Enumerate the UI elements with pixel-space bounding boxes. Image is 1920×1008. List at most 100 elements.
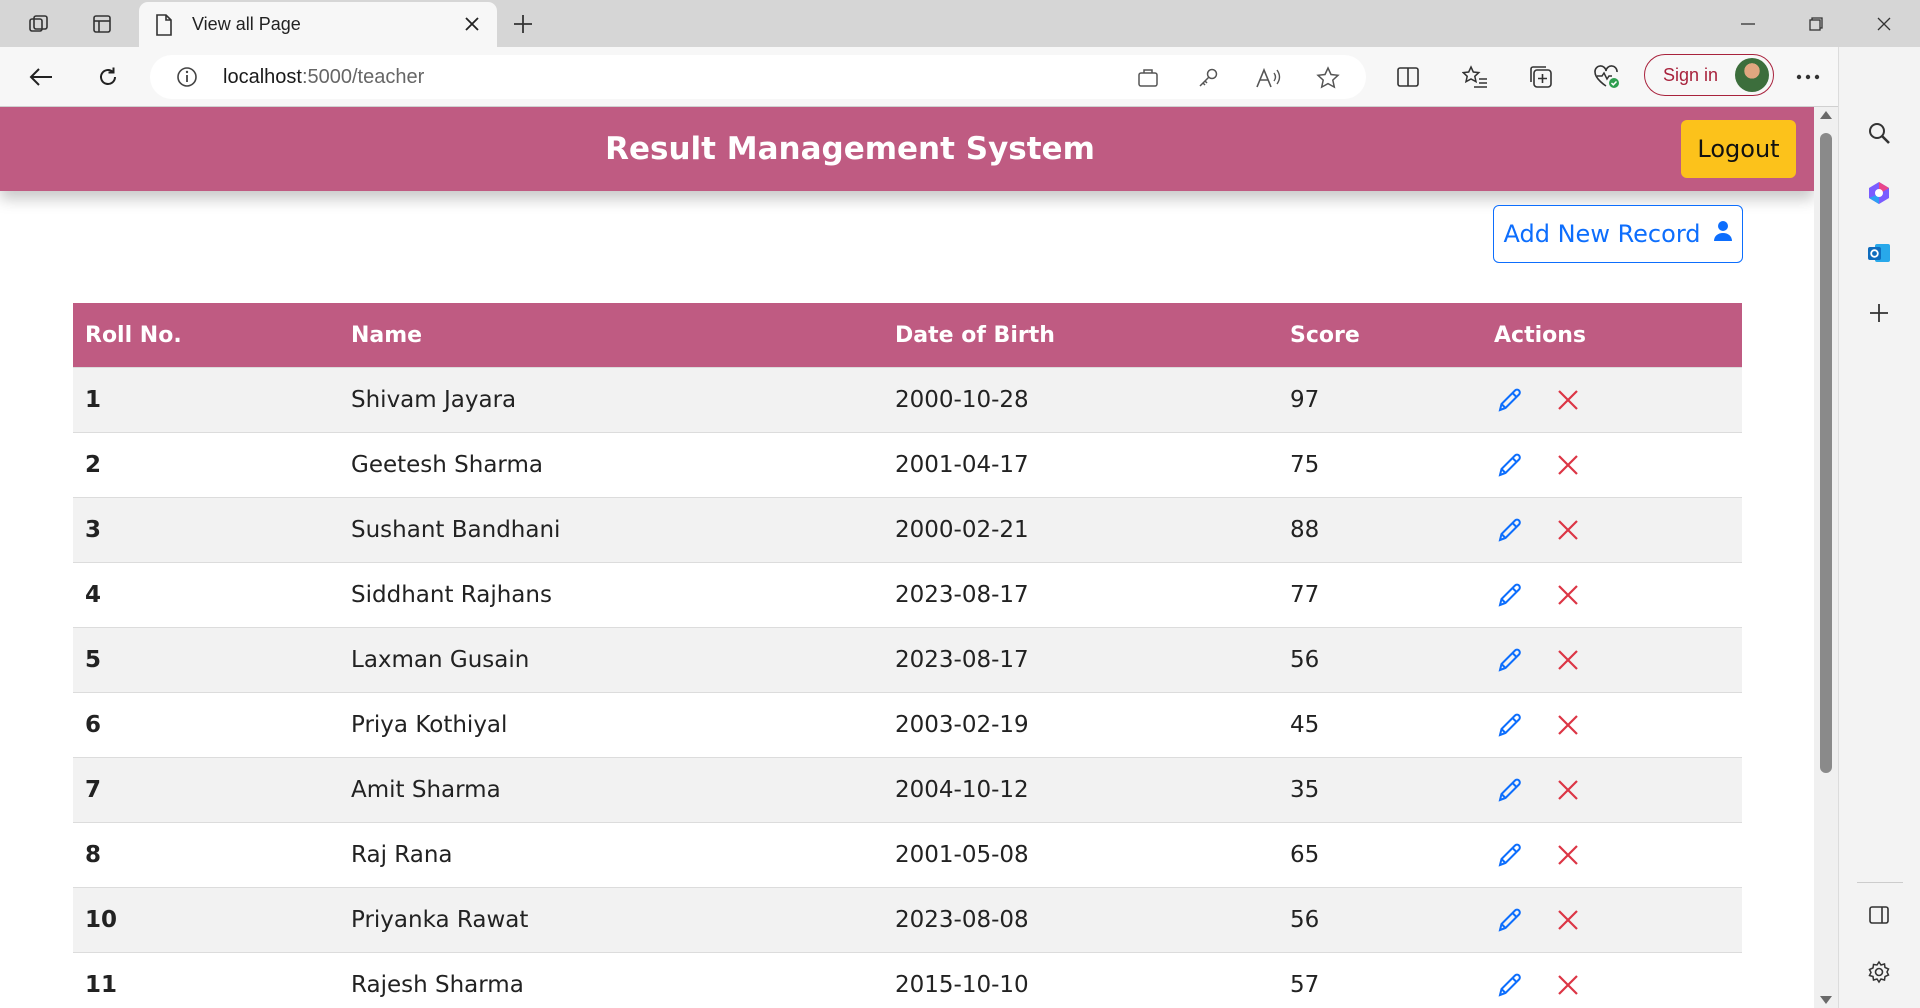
app-available-icon[interactable]: [1132, 62, 1164, 94]
settings-gear-icon[interactable]: [1859, 952, 1899, 992]
refresh-icon[interactable]: [88, 57, 128, 97]
scroll-down-arrow-icon[interactable]: [1820, 996, 1832, 1004]
address-bar[interactable]: localhost:5000/teacher: [150, 55, 1366, 99]
edit-pencil-icon[interactable]: [1494, 969, 1526, 1001]
new-tab-icon[interactable]: [505, 6, 541, 42]
cell-dob: 2001-05-08: [883, 822, 1278, 888]
table-row: 5 Laxman Gusain 2023-08-17 56: [73, 627, 1742, 693]
browser-tab-strip: View all Page: [0, 0, 1920, 47]
delete-x-icon[interactable]: [1552, 709, 1584, 741]
cell-actions: [1482, 757, 1742, 823]
cell-roll: 10: [73, 887, 339, 953]
delete-x-icon[interactable]: [1552, 449, 1584, 481]
logout-button[interactable]: Logout: [1681, 120, 1796, 178]
cell-name: Priyanka Rawat: [339, 887, 883, 953]
split-screen-icon[interactable]: [1388, 57, 1428, 97]
favorites-icon[interactable]: [1455, 57, 1495, 97]
records-table: Roll No. Name Date of Birth Score Action…: [73, 303, 1742, 1008]
edit-pencil-icon[interactable]: [1494, 579, 1526, 611]
page-scrollbar[interactable]: [1814, 107, 1838, 1008]
url-text[interactable]: localhost:5000/teacher: [223, 66, 424, 89]
column-header-name: Name: [339, 303, 883, 368]
delete-x-icon[interactable]: [1552, 579, 1584, 611]
edit-pencil-icon[interactable]: [1494, 449, 1526, 481]
table-row: 8 Raj Rana 2001-05-08 65: [73, 822, 1742, 888]
site-info-icon[interactable]: [176, 66, 198, 92]
tab-actions-icon[interactable]: [83, 6, 121, 42]
close-window-icon[interactable]: [1854, 0, 1914, 47]
cell-score: 45: [1278, 692, 1482, 758]
page-title: Result Management System: [605, 131, 1095, 167]
delete-x-icon[interactable]: [1552, 774, 1584, 806]
restore-icon[interactable]: [1786, 0, 1846, 47]
add-new-record-button[interactable]: Add New Record: [1493, 205, 1743, 263]
cell-actions: [1482, 432, 1742, 498]
browser-tab-active[interactable]: View all Page: [139, 2, 497, 47]
search-icon[interactable]: [1859, 113, 1899, 153]
delete-x-icon[interactable]: [1552, 384, 1584, 416]
cell-actions: [1482, 562, 1742, 628]
cell-roll: 7: [73, 757, 339, 823]
collections-icon[interactable]: [1521, 57, 1561, 97]
read-aloud-icon[interactable]: [1252, 62, 1284, 94]
delete-x-icon[interactable]: [1552, 969, 1584, 1001]
delete-x-icon[interactable]: [1552, 514, 1584, 546]
table-row: 11 Rajesh Sharma 2015-10-10 57: [73, 952, 1742, 1008]
table-row: 2 Geetesh Sharma 2001-04-17 75: [73, 432, 1742, 498]
cell-name: Geetesh Sharma: [339, 432, 883, 498]
sign-in-button[interactable]: Sign in: [1644, 54, 1774, 96]
app-header: Result Management System Logout: [0, 107, 1814, 191]
browser-essentials-icon[interactable]: [1587, 57, 1627, 97]
cell-roll: 1: [73, 367, 339, 433]
page-icon: [155, 14, 173, 40]
edit-pencil-icon[interactable]: [1494, 644, 1526, 676]
more-options-icon[interactable]: [1788, 57, 1828, 97]
hide-sidebar-icon[interactable]: [1859, 895, 1899, 935]
cell-name: Amit Sharma: [339, 757, 883, 823]
edit-pencil-icon[interactable]: [1494, 839, 1526, 871]
column-header-roll: Roll No.: [73, 303, 339, 368]
cell-roll: 6: [73, 692, 339, 758]
tab-title: View all Page: [192, 14, 301, 34]
add-sidebar-app-icon[interactable]: [1859, 293, 1899, 333]
cell-score: 35: [1278, 757, 1482, 823]
browser-sidebar: [1838, 47, 1920, 1008]
edit-pencil-icon[interactable]: [1494, 904, 1526, 936]
cell-name: Laxman Gusain: [339, 627, 883, 693]
delete-x-icon[interactable]: [1552, 839, 1584, 871]
cell-roll: 2: [73, 432, 339, 498]
cell-score: 56: [1278, 887, 1482, 953]
cell-dob: 2003-02-19: [883, 692, 1278, 758]
cell-dob: 2000-10-28: [883, 367, 1278, 433]
delete-x-icon[interactable]: [1552, 644, 1584, 676]
delete-x-icon[interactable]: [1552, 904, 1584, 936]
cell-dob: 2023-08-17: [883, 562, 1278, 628]
cell-score: 88: [1278, 497, 1482, 563]
sign-in-label: Sign in: [1663, 65, 1719, 85]
cell-name: Priya Kothiyal: [339, 692, 883, 758]
outlook-icon[interactable]: [1859, 233, 1899, 273]
favorite-star-icon[interactable]: [1312, 62, 1344, 94]
table-row: 1 Shivam Jayara 2000-10-28 97: [73, 367, 1742, 433]
close-tab-icon[interactable]: [459, 11, 485, 37]
cell-actions: [1482, 822, 1742, 888]
cell-actions: [1482, 692, 1742, 758]
minimize-icon[interactable]: [1718, 0, 1778, 47]
microsoft-365-icon[interactable]: [1859, 173, 1899, 213]
scroll-thumb[interactable]: [1820, 133, 1832, 773]
sidebar-divider: [1857, 882, 1903, 883]
cell-roll: 11: [73, 952, 339, 1008]
scroll-up-arrow-icon[interactable]: [1820, 111, 1832, 119]
edit-pencil-icon[interactable]: [1494, 514, 1526, 546]
edit-pencil-icon[interactable]: [1494, 709, 1526, 741]
back-arrow-icon[interactable]: [21, 57, 61, 97]
edit-pencil-icon[interactable]: [1494, 384, 1526, 416]
cell-actions: [1482, 497, 1742, 563]
user-icon: [1713, 220, 1733, 248]
key-icon[interactable]: [1192, 62, 1224, 94]
cell-roll: 4: [73, 562, 339, 628]
edit-pencil-icon[interactable]: [1494, 774, 1526, 806]
cell-name: Shivam Jayara: [339, 367, 883, 433]
workspaces-icon[interactable]: [20, 6, 58, 42]
url-host: localhost: [223, 66, 302, 88]
